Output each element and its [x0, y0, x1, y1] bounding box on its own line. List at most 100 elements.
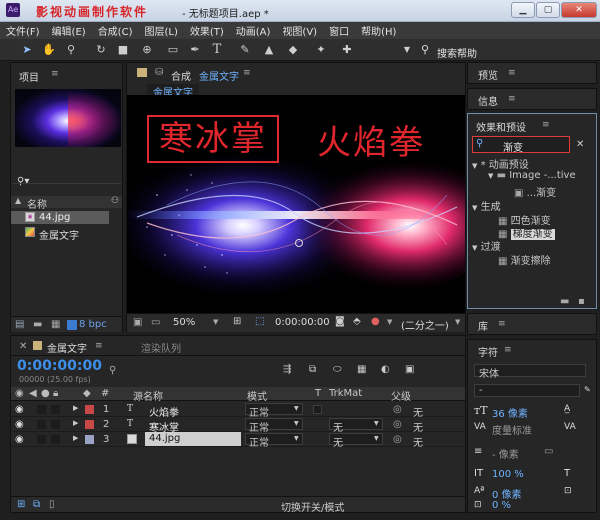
channel-dropdown-icon[interactable]: ▼ — [387, 318, 392, 326]
zoom-tool-icon[interactable]: ⚲ — [64, 43, 78, 57]
layer-mode-select[interactable]: 正常 ▼ — [245, 418, 303, 434]
layer-row[interactable]: ◉ ▶ 3 44.jpg 正常 ▼ 无 ▼ ◎ 无 — [11, 432, 465, 449]
tab-character[interactable]: 字符 — [478, 344, 498, 359]
clone-stamp-tool-icon[interactable]: ▲ — [262, 43, 276, 57]
zoom-level[interactable]: 50% — [173, 317, 195, 328]
minimize-button[interactable]: ▁ — [511, 2, 535, 18]
hand-tool-icon[interactable]: ✋ — [42, 43, 56, 57]
toggle-switches-modes[interactable]: 切换开关/模式 — [281, 499, 344, 514]
new-composition-icon[interactable]: ▦ — [51, 319, 60, 330]
baseline-shift-value[interactable]: 0 像素 — [492, 486, 522, 501]
close-tab-icon[interactable]: ✕ — [19, 341, 27, 352]
channel-icon[interactable]: ● — [371, 316, 380, 327]
timeline-search-icon[interactable]: ⚲ — [109, 365, 116, 376]
title-text-ice-palm[interactable]: 寒冰掌 — [147, 115, 279, 163]
visibility-eye-icon[interactable]: ◉ — [15, 404, 24, 415]
label-color-swatch[interactable] — [85, 435, 94, 444]
rectangle-tool-icon[interactable]: ▭ — [166, 43, 180, 57]
tree-item[interactable]: ▼ * 动画预设 — [472, 156, 529, 171]
layer-trkmat-select[interactable]: 无 ▼ — [329, 433, 383, 449]
tree-item[interactable]: ▣ ...渐变 — [514, 184, 556, 199]
brush-tool-icon[interactable]: ✎ — [238, 43, 252, 57]
layer-name-field[interactable]: 44.jpg — [145, 432, 241, 446]
stroke-width-value[interactable]: - 像素 — [492, 446, 519, 461]
tab-render-queue[interactable]: 渲染队列 — [141, 340, 181, 355]
sort-icon[interactable]: ▲ — [15, 196, 21, 205]
roto-brush-tool-icon[interactable]: ✦ — [314, 43, 328, 57]
eyedropper-icon[interactable]: ✎ — [584, 385, 591, 394]
tab-project[interactable]: 项目 — [19, 69, 39, 84]
vertical-scale-value[interactable]: 100 % — [492, 469, 524, 480]
color-depth-icon[interactable] — [67, 320, 77, 330]
close-button[interactable]: ✕ — [561, 2, 597, 18]
panel-menu-icon[interactable]: ≡ — [508, 68, 516, 78]
expand-arrow-icon[interactable]: ▶ — [73, 434, 78, 442]
column-parent[interactable]: 父级 — [391, 388, 411, 403]
expand-arrow-icon[interactable]: ▶ — [73, 404, 78, 412]
menu-help[interactable]: 帮助(H) — [355, 23, 402, 38]
tree-item[interactable]: ▦ 渐变擦除 — [498, 252, 551, 267]
ae-app-icon[interactable]: Ae — [6, 3, 20, 17]
panel-menu-icon[interactable]: ≡ — [508, 94, 516, 104]
display-icon[interactable]: ▭ — [151, 317, 160, 328]
layer-row[interactable]: ◉ ▶ 2 T 寒冰掌 正常 ▼ 无 ▼ ◎ 无 — [11, 417, 465, 434]
parent-pickwhip-icon[interactable]: ◎ — [393, 434, 402, 445]
stroke-type-select[interactable]: ▭ — [544, 446, 553, 457]
column-source-name[interactable]: 源名称 — [133, 388, 163, 403]
lock-icon[interactable] — [137, 68, 147, 77]
preserve-transparency-toggle[interactable] — [313, 405, 322, 414]
delete-icon[interactable]: ▪ — [578, 296, 585, 307]
flowchart-icon[interactable]: ⚇ — [111, 196, 119, 206]
current-time[interactable]: 0:00:00:00 — [275, 317, 330, 328]
font-family-select[interactable]: 宋体 — [474, 364, 586, 380]
tsume-value[interactable]: 0 % — [492, 500, 511, 511]
menu-layer[interactable]: 图层(L) — [138, 23, 183, 38]
menu-window[interactable]: 窗口 — [323, 23, 355, 38]
layer-trkmat-select[interactable]: 无 ▼ — [329, 418, 383, 434]
tab-preview[interactable]: 预览 — [478, 67, 498, 82]
label-column-icon[interactable]: ◆ — [83, 388, 91, 399]
panel-menu-icon[interactable]: ≡ — [542, 120, 550, 130]
layer-switches-icon[interactable]: ⊞ — [17, 499, 25, 510]
menu-effect[interactable]: 效果(T) — [184, 23, 230, 38]
column-trkmat[interactable]: TrkMat — [329, 388, 362, 399]
solo-toggle[interactable] — [51, 420, 60, 429]
tree-item[interactable]: ▼ 过渡 — [472, 238, 501, 253]
title-text-fire-fist[interactable]: 火焰拳 — [317, 115, 425, 164]
tab-effects-presets[interactable]: 效果和预设 — [476, 119, 526, 134]
menu-animation[interactable]: 动画(A) — [230, 23, 277, 38]
show-snapshot-icon[interactable]: ⬘ — [353, 316, 361, 327]
search-help-label[interactable]: 搜索帮助 — [437, 45, 477, 60]
puppet-tool-icon[interactable]: ✚ — [340, 43, 354, 57]
panel-menu-icon[interactable]: ≡ — [498, 319, 506, 329]
anchor-point-icon[interactable] — [295, 239, 303, 247]
maximize-button[interactable]: ▢ — [536, 2, 560, 18]
comp-flowchart-icon[interactable]: ⇶ — [283, 364, 291, 375]
tab-library[interactable]: 库 — [478, 318, 488, 333]
clear-search-icon[interactable]: ✕ — [576, 139, 584, 150]
label-color-swatch[interactable] — [85, 405, 94, 414]
frame-blending-icon[interactable]: ▦ — [357, 364, 366, 375]
safe-margins-icon[interactable]: ⬚ — [255, 316, 264, 327]
audio-switch-icon[interactable]: ◀ — [29, 388, 37, 399]
project-item[interactable]: 金属文字 — [11, 226, 109, 242]
panel-menu-icon[interactable]: ≡ — [243, 68, 251, 78]
rotate-tool-icon[interactable]: ↻ — [94, 43, 108, 57]
layer-mode-select[interactable]: 正常 ▼ — [245, 433, 303, 449]
tab-info[interactable]: 信息 — [478, 93, 498, 108]
bpc-label[interactable]: 8 bpc — [79, 319, 107, 330]
menu-view[interactable]: 视图(V) — [276, 23, 323, 38]
label-color-swatch[interactable] — [85, 420, 94, 429]
solo-toggle[interactable] — [51, 435, 60, 444]
lock-switch-icon[interactable]: 🔒︎ — [53, 388, 58, 399]
audio-toggle[interactable] — [37, 405, 46, 414]
menu-edit[interactable]: 编辑(E) — [46, 23, 92, 38]
project-item[interactable]: ▣ 44.jpg — [11, 211, 109, 224]
parent-pickwhip-icon[interactable]: ◎ — [393, 419, 402, 430]
graph-editor-icon[interactable]: ▣ — [405, 364, 414, 375]
motion-blur-icon[interactable]: ◐ — [381, 364, 390, 375]
lock-icon[interactable] — [33, 341, 42, 350]
menu-composition[interactable]: 合成(C) — [92, 23, 139, 38]
panel-menu-icon[interactable]: ≡ — [95, 341, 103, 351]
solo-switch-icon[interactable]: ● — [41, 388, 50, 399]
